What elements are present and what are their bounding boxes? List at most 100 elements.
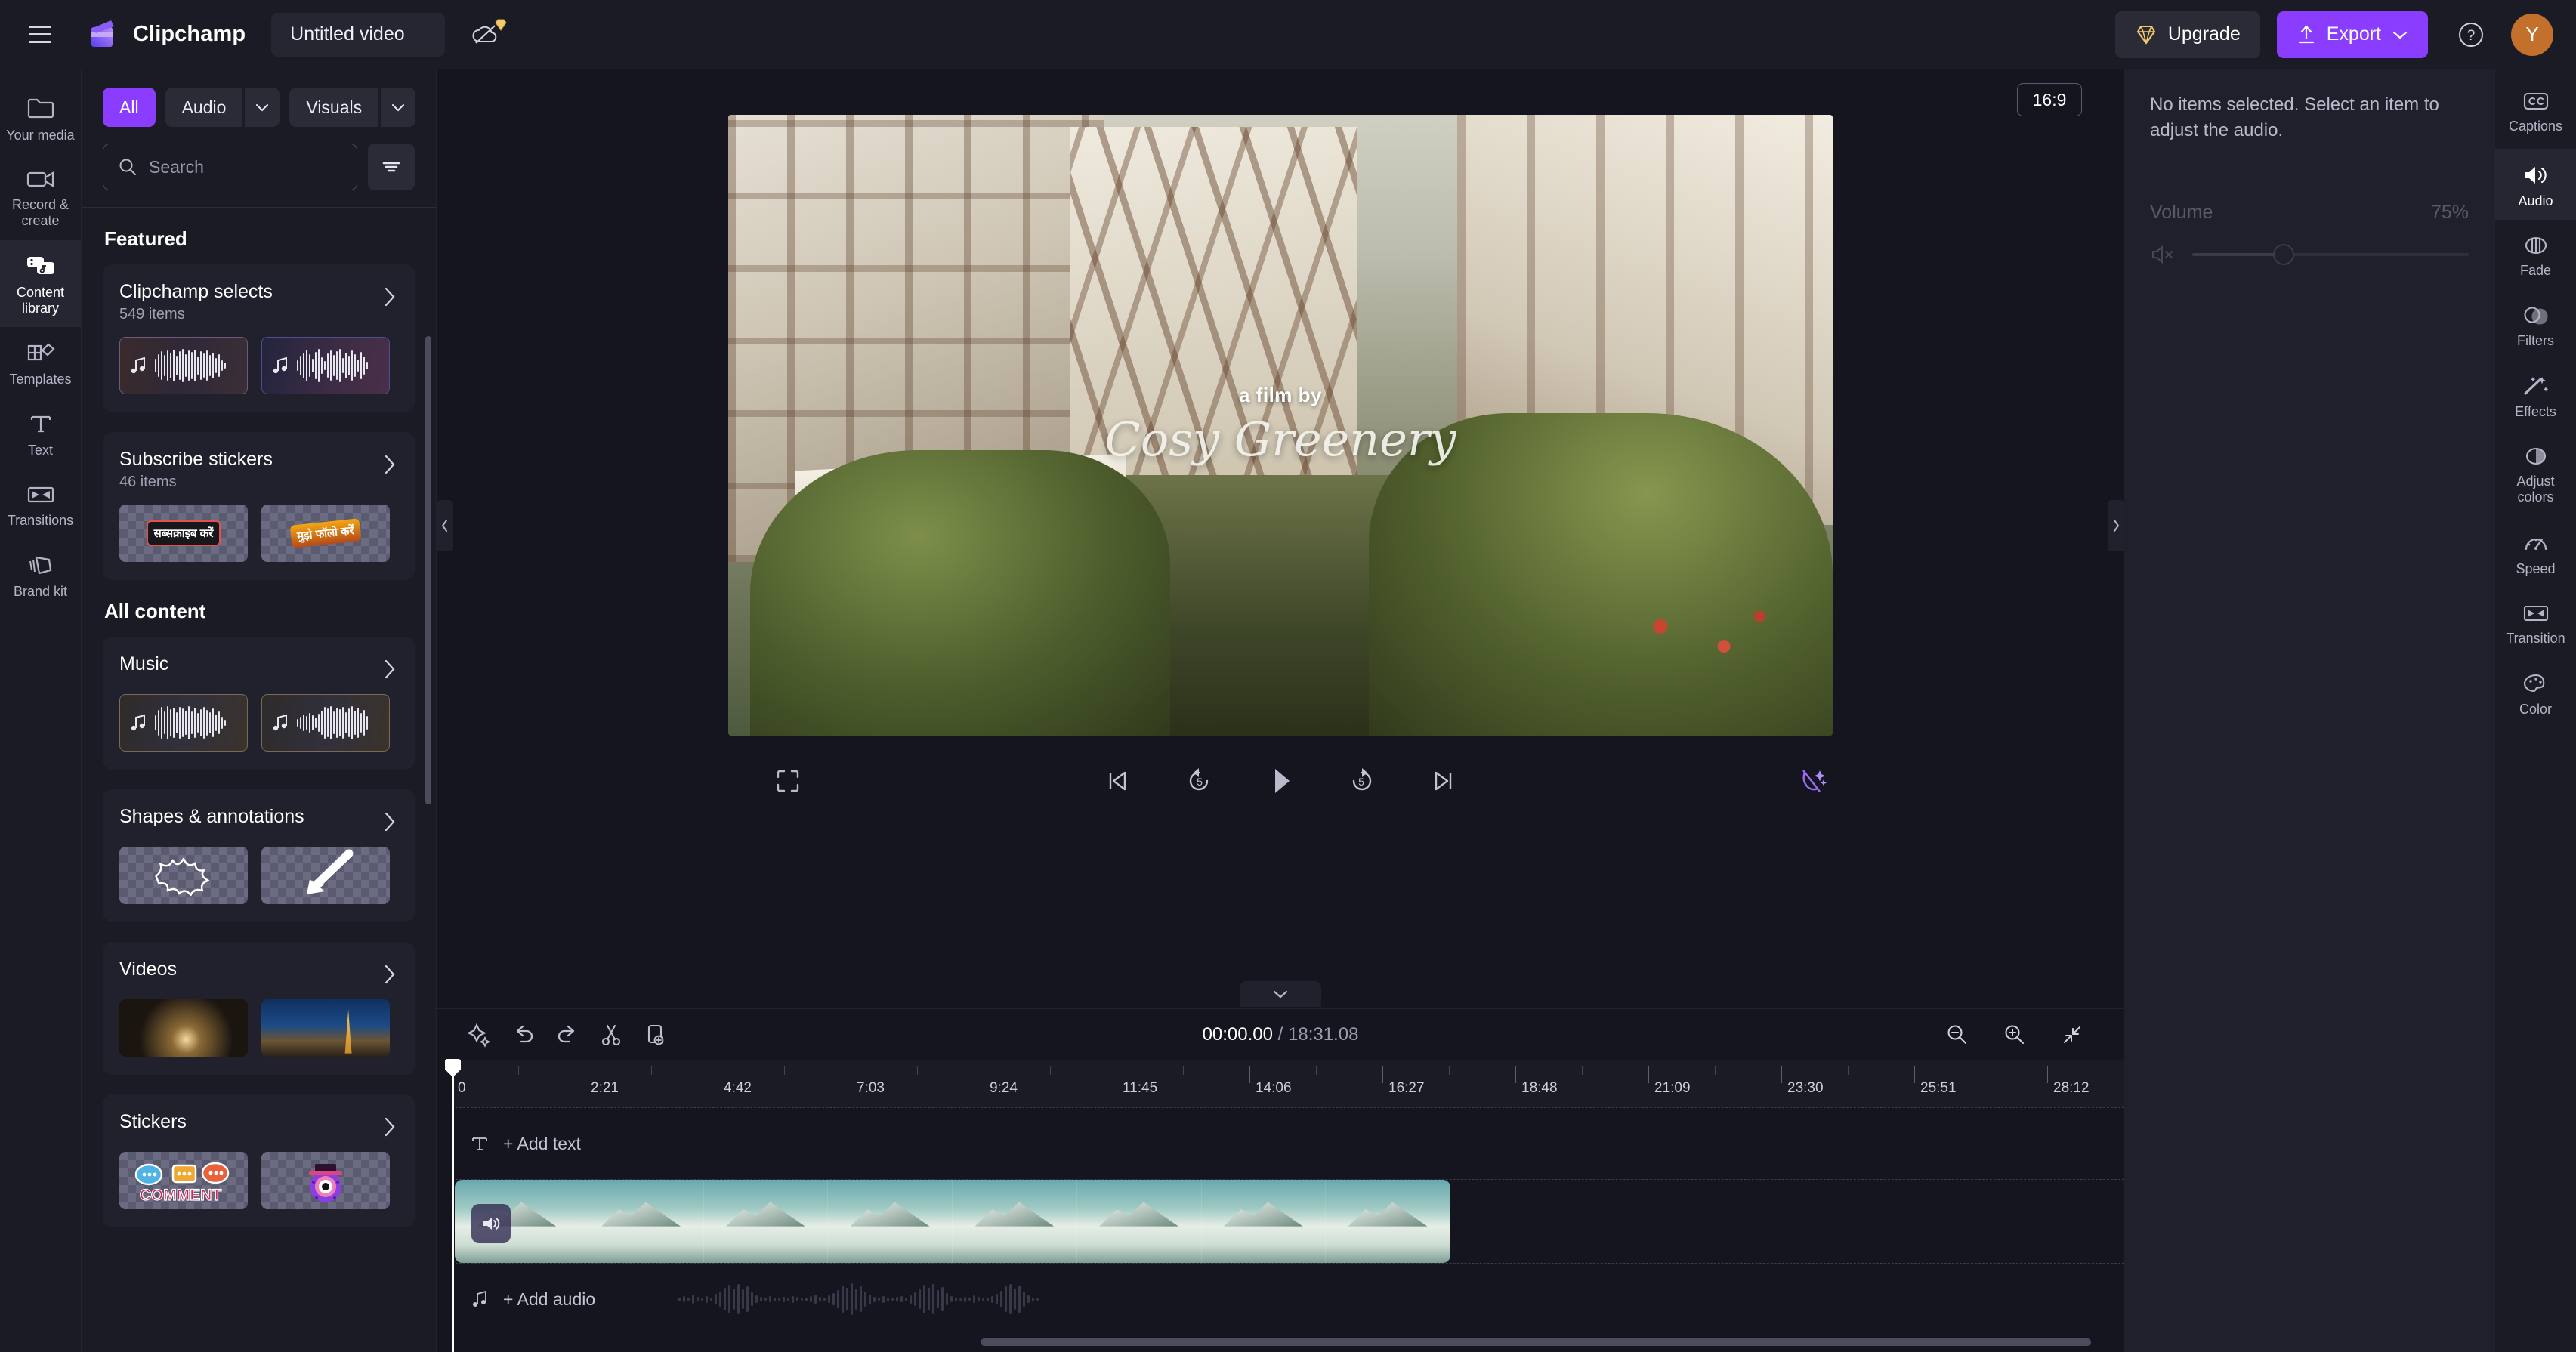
chevron-right-icon[interactable] (381, 653, 398, 681)
audio-thumb[interactable] (261, 337, 390, 394)
skip-to-start-button[interactable] (1095, 758, 1140, 804)
add-audio-track[interactable]: + Add audio (452, 1263, 2124, 1335)
chevron-right-icon[interactable] (381, 281, 398, 308)
music-note-icon (131, 357, 145, 374)
library-scroll-area[interactable]: Featured Clipchamp selects 549 items Sub… (82, 208, 436, 1352)
sticker-label: सब्सक्राइब करें (146, 520, 221, 546)
redo-button[interactable] (545, 1013, 589, 1057)
search-input[interactable]: Search (103, 144, 357, 190)
sidebar-item-your-media[interactable]: Your media (0, 82, 81, 154)
video-track (452, 1180, 2124, 1263)
sidebar-item-record-create[interactable]: Record & create (0, 154, 81, 239)
play-button[interactable] (1258, 758, 1303, 804)
sidebar-item-transitions[interactable]: Transitions (0, 470, 81, 539)
card-title: Music (119, 653, 169, 674)
ai-effects-icon[interactable] (1797, 764, 1830, 798)
speaker-mute-icon (2152, 245, 2173, 264)
timeline-horizontal-scrollbar[interactable] (981, 1338, 2091, 1346)
chevron-right-icon[interactable] (381, 806, 398, 833)
playhead[interactable] (452, 1060, 454, 1352)
zoom-out-icon[interactable] (1935, 1013, 1979, 1057)
content-library-icon (26, 256, 54, 274)
tool-item-fade[interactable]: Fade (2495, 220, 2576, 289)
tool-item-filters[interactable]: Filters (2495, 290, 2576, 360)
video-thumb-louvre[interactable] (119, 999, 248, 1057)
timeline-ruler[interactable]: 0 2:21 4:42 7:03 9:24 11:45 14:06 16:27 … (452, 1060, 2124, 1107)
tool-label: Effects (2515, 403, 2556, 419)
fit-to-screen-icon[interactable] (2050, 1013, 2094, 1057)
rewind-5-button[interactable]: 5 (1176, 758, 1222, 804)
chevron-right-icon (2114, 519, 2120, 532)
split-button[interactable] (589, 1013, 633, 1057)
video-preview[interactable]: a film by Cosy Greenery (728, 115, 1833, 736)
volume-slider-knob[interactable] (2272, 244, 2294, 266)
tool-item-transition[interactable]: Transition (2495, 588, 2576, 657)
sidebar-item-templates[interactable]: Templates (0, 327, 81, 398)
video-thumb-eiffel[interactable] (261, 999, 390, 1057)
filter-chip-visuals[interactable]: Visuals (289, 88, 379, 127)
library-card-stickers[interactable]: Stickers COMMENT (103, 1094, 415, 1227)
chevron-right-icon[interactable] (381, 1111, 398, 1138)
video-clip[interactable] (455, 1180, 1450, 1263)
library-card-videos[interactable]: Videos (103, 942, 415, 1075)
sidebar-item-content-library[interactable]: Content library (0, 239, 81, 328)
tool-item-speed[interactable]: Speed (2495, 517, 2576, 588)
library-search-row: Search (82, 127, 436, 190)
audio-thumb[interactable] (261, 694, 390, 752)
add-text-track[interactable]: + Add text (452, 1107, 2124, 1180)
upgrade-button[interactable]: Upgrade (2114, 11, 2260, 58)
hamburger-icon[interactable] (20, 14, 60, 55)
filter-chip-audio[interactable]: Audio (165, 88, 243, 127)
library-card-clipchamp-selects[interactable]: Clipchamp selects 549 items (103, 264, 415, 412)
duplicate-button[interactable] (633, 1013, 677, 1057)
sticker-thumb-eyeball[interactable] (261, 1152, 390, 1209)
avatar[interactable]: Y (2511, 13, 2553, 56)
project-title-input[interactable]: Untitled video (271, 12, 446, 57)
undo-button[interactable] (502, 1013, 545, 1057)
sidebar-item-brand-kit[interactable]: Brand kit (0, 539, 81, 610)
filter-chip-visuals-caret[interactable] (381, 88, 416, 127)
cloud-off-icon[interactable] (463, 13, 510, 57)
speaker-icon[interactable] (471, 1204, 511, 1243)
filter-chip-all[interactable]: All (103, 88, 156, 127)
shape-thumb-starburst[interactable] (119, 847, 248, 904)
sidebar-item-text[interactable]: Text (0, 398, 81, 469)
magic-tools-button[interactable] (458, 1013, 502, 1057)
shape-thumb-arrow[interactable] (261, 847, 390, 904)
timeline-collapse-button[interactable] (1240, 981, 1321, 1007)
sticker-thumb[interactable]: सब्सक्राइब करें (119, 505, 248, 562)
export-button[interactable]: Export (2276, 11, 2428, 58)
tool-item-audio[interactable]: Audio (2495, 149, 2576, 221)
chevron-right-icon[interactable] (381, 449, 398, 476)
aspect-ratio-button[interactable]: 16:9 (2017, 83, 2082, 116)
zoom-in-icon[interactable] (1993, 1013, 2037, 1057)
forward-5-button[interactable]: 5 (1339, 758, 1385, 804)
chevron-right-icon[interactable] (381, 958, 398, 986)
library-scrollbar[interactable] (425, 336, 431, 804)
tool-item-effects[interactable]: Effects (2495, 360, 2576, 431)
tool-item-color[interactable]: Color (2495, 657, 2576, 728)
tool-item-adjust-colors[interactable]: Adjust colors (2495, 431, 2576, 516)
collapse-left-panel-button[interactable] (437, 499, 453, 551)
library-card-shapes-annotations[interactable]: Shapes & annotations (103, 789, 415, 922)
fullscreen-icon[interactable] (774, 767, 802, 795)
help-circle-icon[interactable]: ? (2448, 11, 2494, 58)
card-title: Videos (119, 958, 177, 980)
track-container: + Add text + Add audio (452, 1107, 2124, 1335)
ruler-label: 9:24 (990, 1080, 1018, 1096)
sticker-thumb-comment[interactable]: COMMENT (119, 1152, 248, 1209)
library-card-subscribe-stickers[interactable]: Subscribe stickers 46 items सब्सक्राइब क… (103, 432, 415, 580)
brand-logo[interactable]: Clipchamp (86, 17, 246, 52)
audio-thumb[interactable] (119, 337, 248, 394)
filter-chip-audio-caret[interactable] (245, 88, 280, 127)
skip-to-end-button[interactable] (1421, 758, 1466, 804)
audio-thumb[interactable] (119, 694, 248, 752)
volume-slider[interactable] (2192, 244, 2469, 266)
filter-icon[interactable] (368, 144, 415, 190)
collapse-right-panel-button[interactable] (2108, 499, 2124, 551)
skip-start-icon (1109, 771, 1126, 791)
sidebar-item-label: Templates (9, 372, 72, 387)
sticker-thumb[interactable]: मुझे फॉलो करें (261, 505, 390, 562)
library-card-music[interactable]: Music (103, 637, 415, 770)
tool-item-captions[interactable]: Captions (2495, 76, 2576, 145)
